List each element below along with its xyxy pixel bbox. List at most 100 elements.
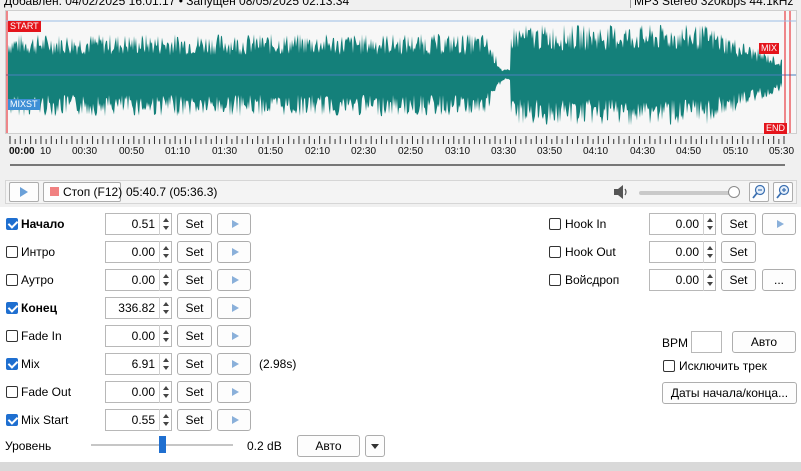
cue-set-button[interactable]: Set (721, 241, 756, 263)
ruler-label: 04:10 (583, 146, 609, 157)
checkbox-6[interactable] (6, 386, 18, 398)
checkbox-7[interactable] (6, 414, 18, 426)
waveform-panel[interactable]: START MIXST MIX END (5, 10, 797, 134)
volume-slider[interactable] (728, 186, 740, 198)
ruler-label: 04:50 (676, 146, 702, 157)
arrow-down-icon (163, 366, 169, 370)
zoom-in-icon (776, 184, 790, 199)
ruler-label: 01:10 (165, 146, 191, 157)
cue-play-button[interactable] (217, 213, 251, 235)
checkbox-1[interactable] (6, 246, 18, 258)
play-icon (232, 220, 239, 228)
stop-button[interactable]: Стоп (F12) (43, 182, 122, 202)
cue-play-button[interactable] (217, 269, 251, 291)
volume-track[interactable] (639, 191, 739, 195)
checkbox-4[interactable] (6, 330, 18, 342)
play-button[interactable] (9, 182, 39, 202)
arrow-down-icon (163, 338, 169, 342)
checkbox-5[interactable] (6, 358, 18, 370)
arrow-up-icon (163, 330, 169, 334)
zoom-out-icon (752, 184, 766, 199)
ruler-label: 05:10 (723, 146, 749, 157)
mixst-marker[interactable]: MIXST (8, 99, 40, 110)
voicedrop-browse-button[interactable]: ... (762, 269, 796, 291)
ruler-label: 02:30 (351, 146, 377, 157)
cue-spinner[interactable] (159, 325, 171, 347)
cue-spinner[interactable] (159, 269, 171, 291)
checkbox-right-1[interactable] (549, 246, 561, 258)
speaker-icon[interactable] (613, 185, 629, 199)
cue-set-button[interactable]: Set (721, 213, 756, 235)
mix-marker[interactable]: MIX (759, 43, 780, 54)
play-icon (232, 276, 239, 284)
checkbox-0[interactable] (6, 218, 18, 230)
cue-play-button[interactable] (217, 241, 251, 263)
play-icon (232, 304, 239, 312)
dates-button[interactable]: Даты начала/конца... (662, 382, 797, 404)
arrow-up-icon (163, 246, 169, 250)
cue-spinner[interactable] (159, 353, 171, 375)
waveform[interactable] (6, 11, 796, 133)
cue-play-button[interactable] (217, 297, 251, 319)
level-slider[interactable] (159, 436, 166, 453)
cue-spinner[interactable] (703, 241, 715, 263)
cue-label: Конец (21, 301, 57, 315)
position-bar[interactable] (10, 164, 785, 166)
cue-set-button[interactable]: Set (177, 213, 212, 235)
level-auto-button[interactable]: Авто (297, 435, 360, 457)
cue-spinner[interactable] (159, 241, 171, 263)
ruler-label: 00:50 (119, 146, 145, 157)
cue-play-button[interactable] (217, 381, 251, 403)
ruler-label: 02:50 (398, 146, 424, 157)
cue-set-button[interactable]: Set (177, 297, 212, 319)
ruler-label: 04:30 (630, 146, 656, 157)
cue-set-button[interactable]: Set (177, 381, 212, 403)
ruler-label: 10 (40, 146, 52, 157)
bpm-input[interactable] (691, 331, 722, 353)
end-marker[interactable]: END (764, 123, 788, 134)
format-text: MP3 Stereo 320kbps 44.1kHz (630, 0, 793, 8)
checkbox-right-0[interactable] (549, 218, 561, 230)
cue-spinner[interactable] (703, 269, 715, 291)
cue-set-button[interactable]: Set (177, 353, 212, 375)
play-icon (777, 220, 784, 228)
cue-spinner[interactable] (159, 409, 171, 431)
time-display: 05:40.7 (05:36.3) (126, 185, 218, 199)
cue-spinner[interactable] (159, 381, 171, 403)
arrow-up-icon (707, 246, 713, 250)
ruler-label: 03:30 (491, 146, 517, 157)
start-marker[interactable]: START (8, 21, 41, 32)
arrow-down-icon (707, 282, 713, 286)
zoom-out-button[interactable] (749, 182, 769, 202)
arrow-down-icon (163, 226, 169, 230)
cue-set-button[interactable]: Set (721, 269, 756, 291)
cue-set-button[interactable]: Set (177, 409, 212, 431)
cue-label: Начало (21, 217, 65, 231)
cue-set-button[interactable]: Set (177, 325, 212, 347)
cue-spinner[interactable] (703, 213, 715, 235)
level-value: 0.2 dB (247, 439, 282, 453)
arrow-down-icon (707, 226, 713, 230)
arrow-up-icon (163, 274, 169, 278)
info-bar: Добавлен: 04/02/2025 16:01:17 • Запущен … (0, 0, 801, 10)
zoom-in-button[interactable] (773, 182, 793, 202)
cue-play-button[interactable] (217, 325, 251, 347)
cue-play-button[interactable] (217, 409, 251, 431)
cue-set-button[interactable]: Set (177, 241, 212, 263)
exclude-checkbox[interactable] (663, 360, 675, 372)
cue-set-button[interactable]: Set (177, 269, 212, 291)
bpm-auto-button[interactable]: Авто (732, 331, 796, 353)
hook-play-button[interactable] (762, 213, 796, 235)
ruler-ticks (9, 136, 785, 144)
play-icon (232, 360, 239, 368)
checkbox-2[interactable] (6, 274, 18, 286)
checkbox-3[interactable] (6, 302, 18, 314)
cue-spinner[interactable] (159, 213, 171, 235)
cue-label: Интро (21, 245, 56, 259)
cue-play-button[interactable] (217, 353, 251, 375)
arrow-up-icon (163, 414, 169, 418)
level-dropdown-button[interactable] (365, 435, 385, 457)
ruler-label: 00:00 (9, 146, 35, 157)
cue-spinner[interactable] (159, 297, 171, 319)
checkbox-right-2[interactable] (549, 274, 561, 286)
